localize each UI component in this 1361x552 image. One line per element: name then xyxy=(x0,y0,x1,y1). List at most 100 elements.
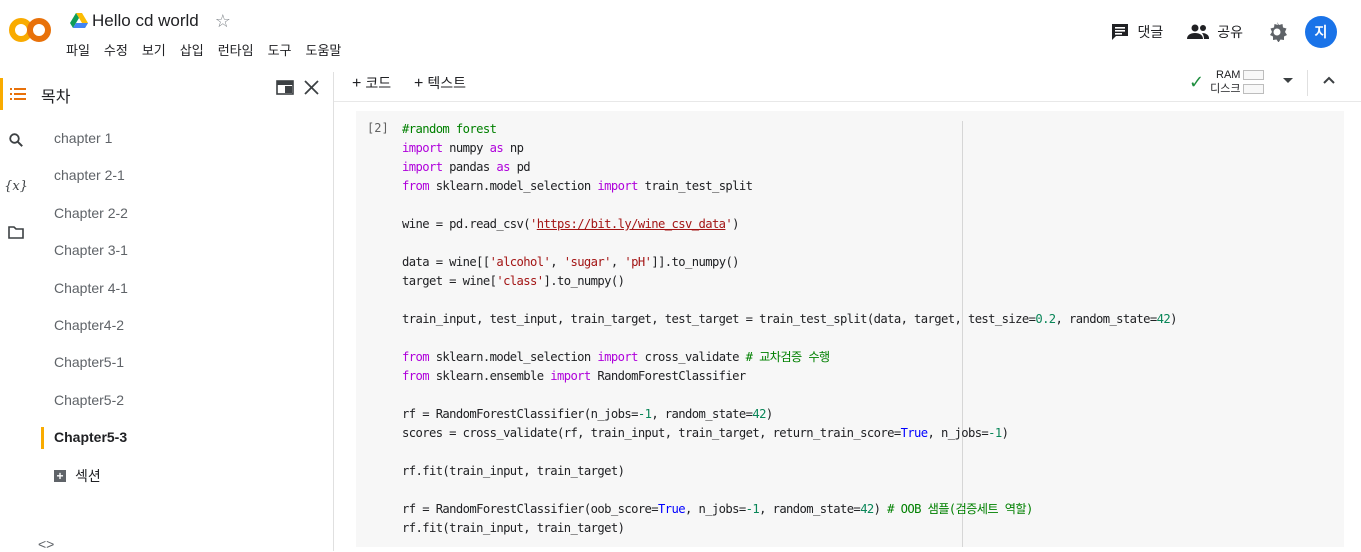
code-token: import xyxy=(550,369,591,383)
code-token: rf.fit(train_input, train_target) xyxy=(402,464,625,478)
code-line: from sklearn.model_selection import cros… xyxy=(402,348,1177,367)
code-line: scores = cross_validate(rf, train_input,… xyxy=(402,424,1177,443)
star-icon[interactable]: ☆ xyxy=(215,12,231,30)
menu-view[interactable]: 보기 xyxy=(142,40,166,59)
execution-count: [2] xyxy=(367,121,389,135)
toc-item-chapter-2-1[interactable]: chapter 2-1 xyxy=(32,157,333,194)
code-token: RandomForestClassifier xyxy=(590,369,746,383)
toc-item-chapter-3-1[interactable]: Chapter 3-1 xyxy=(32,232,333,269)
code-token: , random_state= xyxy=(759,502,861,516)
code-token: import xyxy=(597,350,638,364)
toc-button[interactable] xyxy=(0,78,32,110)
share-button[interactable]: 공유 xyxy=(1187,22,1243,42)
code-token: , xyxy=(610,255,625,269)
code-token: ' xyxy=(530,217,537,231)
toolbar-divider xyxy=(1307,70,1308,96)
search-icon xyxy=(9,133,23,147)
code-token: ]].to_numpy() xyxy=(651,255,739,269)
add-code-button[interactable]: + 코드 xyxy=(352,73,391,93)
code-token: rf.fit(train_input, train_target) xyxy=(402,521,625,535)
code-token: ].to_numpy() xyxy=(543,274,625,288)
code-line: wine = pd.read_csv('https://bit.ly/wine_… xyxy=(402,215,1177,234)
plus-icon: + xyxy=(414,75,424,92)
code-token: , n_jobs= xyxy=(927,426,989,440)
code-line: target = wine['class'].to_numpy() xyxy=(402,272,1177,291)
close-icon[interactable] xyxy=(304,80,319,95)
code-line: import pandas as pd xyxy=(402,158,1177,177)
code-token: -1 xyxy=(988,426,1002,440)
menu-file[interactable]: 파일 xyxy=(66,40,90,59)
people-icon xyxy=(1187,24,1210,39)
menu-tools[interactable]: 도구 xyxy=(268,40,292,59)
code-token: pandas xyxy=(442,160,497,174)
top-right-actions: 댓글 공유 지 xyxy=(1111,16,1361,48)
toc-item-chapter-4-1[interactable]: Chapter 4-1 xyxy=(32,270,333,307)
code-token: wine = pd.read_csv( xyxy=(402,217,531,231)
chevron-down-icon[interactable] xyxy=(1282,74,1294,86)
code-token: 'sugar' xyxy=(563,255,612,269)
code-token: 'class' xyxy=(496,274,544,288)
code-line: from sklearn.model_selection import trai… xyxy=(402,177,1177,196)
toc-item-chapter-5-1[interactable]: Chapter5-1 xyxy=(32,344,333,381)
code-token: https://bit.ly/wine_csv_data xyxy=(536,217,726,231)
toc-item-chapter-1[interactable]: chapter 1 xyxy=(32,120,333,157)
code-token: cross_validate xyxy=(637,350,746,364)
notebook-toolbar: + 코드 + 텍스트 ✓ RAM 디스크 xyxy=(334,64,1361,102)
add-text-button[interactable]: + 텍스트 xyxy=(414,73,466,93)
code-line: data = wine[['alcohol', 'sugar', 'pH']].… xyxy=(402,253,1177,272)
code-token: -1 xyxy=(745,502,760,516)
toc-item-chapter-4-2[interactable]: Chapter4-2 xyxy=(32,307,333,344)
code-token: True xyxy=(658,502,686,516)
resource-meters: RAM 디스크 xyxy=(1210,68,1265,96)
code-token: True xyxy=(900,426,929,440)
code-token: rf = RandomForestClassifier(n_jobs= xyxy=(402,407,638,421)
code-token: scores = cross_validate(rf, train_input,… xyxy=(402,426,901,440)
menu-help[interactable]: 도움말 xyxy=(306,40,342,59)
top-bar: Hello cd world ☆ 파일 수정 보기 삽입 런타임 도구 도움말 … xyxy=(0,0,1361,64)
code-token: pd xyxy=(509,160,531,174)
code-token: from xyxy=(402,179,430,193)
runtime-status[interactable]: ✓ RAM 디스크 xyxy=(1189,68,1265,96)
toc-item-chapter-5-3[interactable]: Chapter5-3 xyxy=(32,419,333,456)
menu-edit[interactable]: 수정 xyxy=(104,40,128,59)
code-line: import numpy as np xyxy=(402,139,1177,158)
code-token: import xyxy=(597,179,638,193)
document-title[interactable]: Hello cd world xyxy=(92,11,199,31)
plus-box-icon: + xyxy=(54,470,66,482)
toc-item-chapter-5-2[interactable]: Chapter5-2 xyxy=(32,382,333,419)
code-line: #random forest xyxy=(402,120,1177,139)
chevron-up-icon[interactable] xyxy=(1321,72,1337,88)
code-token: ) xyxy=(732,217,739,231)
code-token: sklearn.model_selection xyxy=(428,350,598,364)
gear-icon[interactable] xyxy=(1267,22,1287,42)
colab-logo[interactable] xyxy=(8,14,52,46)
code-token: import xyxy=(402,160,443,174)
code-cell[interactable]: [2] #random forest import numpy as np impo… xyxy=(356,111,1344,547)
code-token: target = wine[ xyxy=(402,274,497,288)
code-editor[interactable]: #random forest import numpy as np import p… xyxy=(402,120,1177,538)
open-in-tab-icon[interactable] xyxy=(276,80,294,95)
code-token: train_test_split xyxy=(637,179,753,193)
toc-item-chapter-2-2[interactable]: Chapter 2-2 xyxy=(32,195,333,232)
variables-icon[interactable]: {x} xyxy=(0,170,32,202)
code-snippets-icon[interactable]: <> xyxy=(38,536,54,552)
add-section-button[interactable]: + 섹션 xyxy=(54,466,101,486)
files-button[interactable] xyxy=(0,216,32,248)
check-icon: ✓ xyxy=(1189,71,1205,92)
drive-icon[interactable] xyxy=(70,13,88,29)
code-token: ) xyxy=(765,407,773,421)
search-button[interactable] xyxy=(0,124,32,156)
code-token: , random_state= xyxy=(651,407,753,421)
avatar[interactable]: 지 xyxy=(1305,16,1337,48)
menu-runtime[interactable]: 런타임 xyxy=(218,40,254,59)
comment-button[interactable]: 댓글 xyxy=(1111,22,1163,42)
code-line: train_input, test_input, train_target, t… xyxy=(402,310,1177,329)
ram-label: RAM xyxy=(1216,69,1241,81)
menu-insert[interactable]: 삽입 xyxy=(180,40,204,59)
